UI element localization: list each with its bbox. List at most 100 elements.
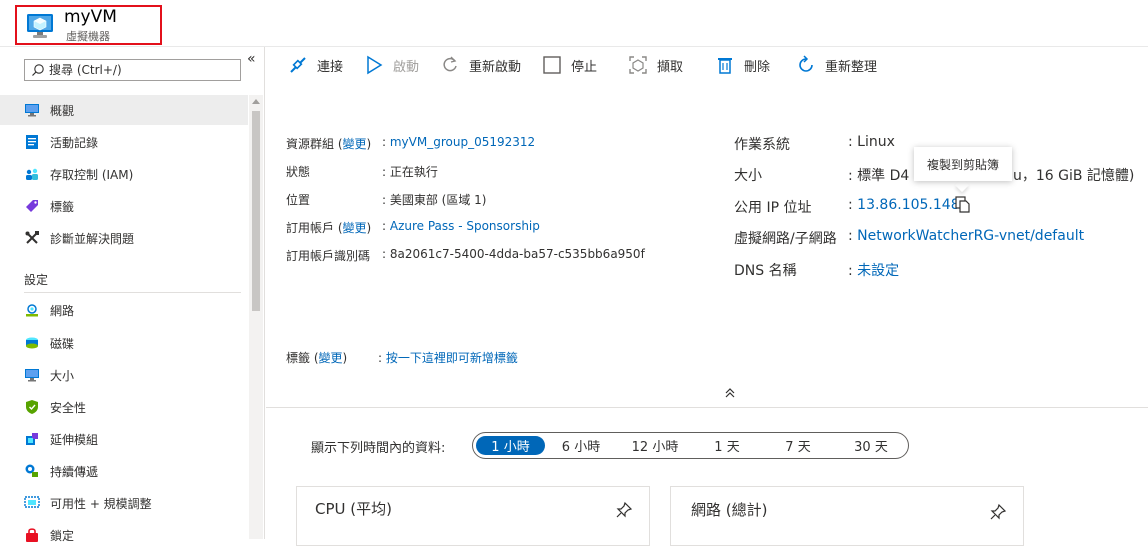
sidebar-item-security[interactable]: 安全性 [0, 392, 248, 422]
sidebar-item-availability-scaling[interactable]: 可用性 + 規模調整 [0, 488, 248, 518]
divider [24, 292, 241, 293]
shield-icon [26, 400, 38, 414]
time-option-6h[interactable]: 6 小時 [549, 436, 613, 455]
sidebar-item-label: 大小 [50, 368, 75, 383]
sidebar-item-label: 持續傳遞 [50, 464, 99, 479]
sidebar-item-label: 磁碟 [50, 336, 75, 351]
location-label: 位置 [286, 193, 311, 207]
monitor-icon [25, 104, 39, 117]
collapse-menu-button[interactable]: « [247, 51, 256, 67]
sidebar-item-size[interactable]: 大小 [0, 360, 248, 390]
copy-icon[interactable] [955, 196, 971, 213]
dns-value: : 未設定 [848, 263, 900, 279]
subscription-label: 訂用帳戶 (變更) [286, 221, 372, 235]
resource-group-label: 資源群組 (變更) [286, 137, 372, 151]
subscription-link[interactable]: Azure Pass - Sponsorship [390, 219, 540, 233]
cpu-chart-tile[interactable]: CPU (平均) [296, 486, 650, 546]
sidebar-item-label: 概觀 [50, 103, 75, 118]
delete-label: 刪除 [744, 59, 771, 75]
resource-group-link[interactable]: myVM_group_05192312 [390, 135, 535, 149]
search-icon [32, 64, 44, 76]
scrollbar-thumb[interactable] [252, 111, 260, 311]
virtual-machine-icon [27, 14, 53, 38]
vnet-link[interactable]: NetworkWatcherRG-vnet/default [857, 228, 1084, 244]
sidebar-item-label: 可用性 + 規模調整 [50, 496, 152, 511]
people-icon [26, 168, 38, 180]
sidebar-item-continuous-delivery[interactable]: 持續傳遞 [0, 456, 248, 486]
sidebar-item-activity-log[interactable]: 活動記錄 [0, 127, 248, 157]
change-resource-group-link[interactable]: 變更 [343, 137, 367, 151]
sidebar-item-diagnose[interactable]: 診斷並解決問題 [0, 223, 248, 253]
sidebar-item-disks[interactable]: 磁碟 [0, 328, 248, 358]
restart-button[interactable]: 重新啟動 [440, 53, 521, 77]
title-bar: myVM 虛擬機器 [0, 0, 1148, 47]
start-label: 啟動 [393, 59, 420, 75]
sidebar-item-label: 鎖定 [50, 528, 75, 543]
network-icon [26, 304, 38, 317]
sidebar-item-label: 存取控制 (IAM) [50, 167, 134, 182]
restart-label: 重新啟動 [469, 59, 522, 75]
sidebar-item-tags[interactable]: 標籤 [0, 191, 248, 221]
dns-configure-link[interactable]: 未設定 [857, 263, 899, 279]
time-option-7d[interactable]: 7 天 [772, 436, 824, 455]
collapse-essentials-chevron-icon[interactable] [724, 387, 736, 402]
change-subscription-link[interactable]: 變更 [343, 221, 367, 235]
subscription-value: : Azure Pass - Sponsorship [382, 219, 540, 233]
capture-button[interactable]: 擷取 [628, 53, 683, 77]
time-range-label: 顯示下列時間內的資料: [311, 441, 446, 456]
status-label: 狀態 [286, 165, 311, 179]
pin-icon[interactable] [615, 501, 633, 519]
pin-icon[interactable] [989, 503, 1007, 521]
connect-button[interactable]: 連接 [288, 53, 343, 77]
refresh-button[interactable]: 重新整理 [796, 53, 877, 77]
capture-label: 擷取 [657, 59, 684, 75]
stop-button[interactable]: 停止 [542, 53, 597, 77]
sidebar-item-label: 安全性 [50, 400, 87, 415]
search-input[interactable] [49, 62, 237, 78]
sidebar-item-iam[interactable]: 存取控制 (IAM) [0, 159, 248, 189]
vnet-value: : NetworkWatcherRG-vnet/default [848, 228, 1085, 244]
stop-icon [543, 56, 561, 74]
sidebar-item-label: 活動記錄 [50, 135, 99, 150]
time-option-1h[interactable]: 1 小時 [476, 436, 545, 455]
command-toolbar: 連接 啟動 重新啟動 停止 擷取 刪除 重新整理 [266, 47, 1148, 83]
sidebar-item-label: 網路 [50, 303, 75, 318]
start-button[interactable]: 啟動 [364, 53, 419, 77]
stop-label: 停止 [571, 59, 598, 75]
time-option-30d[interactable]: 30 天 [841, 436, 901, 455]
public-ip-link[interactable]: 13.86.105.148 [857, 197, 959, 213]
disk-icon [26, 337, 38, 349]
time-option-1d[interactable]: 1 天 [701, 436, 753, 455]
refresh-icon [799, 55, 813, 72]
restart-icon [443, 56, 457, 72]
extensions-icon [26, 433, 38, 445]
time-option-12h[interactable]: 12 小時 [619, 436, 691, 455]
change-tags-link[interactable]: 變更 [319, 351, 343, 365]
subscription-id-value: : 8a2061c7-5400-4dda-ba57-c535bb6a950f [382, 247, 645, 261]
add-tags-link[interactable]: 按一下這裡即可新增標籤 [386, 351, 518, 365]
time-range-selector: 1 小時 6 小時 12 小時 1 天 7 天 30 天 [472, 432, 909, 459]
sidebar-item-extensions[interactable]: 延伸模組 [0, 424, 248, 454]
copy-tooltip: 複製到剪貼簿 [914, 147, 1012, 181]
sidebar-item-locks[interactable]: 鎖定 [0, 520, 248, 550]
delivery-icon [25, 464, 38, 477]
menu-search-box[interactable] [24, 59, 241, 81]
scroll-up-arrow-icon[interactable] [252, 99, 260, 104]
section-header-settings: 設定 [24, 273, 49, 287]
sidebar-scrollbar[interactable] [249, 95, 263, 539]
size-value: : 標準 D4 [848, 168, 910, 184]
refresh-label: 重新整理 [825, 59, 878, 75]
sidebar-item-networking[interactable]: 網路 [0, 295, 248, 325]
tags-value: : 按一下這裡即可新增標籤 [378, 351, 518, 365]
network-chart-tile[interactable]: 網路 (總計) [670, 486, 1024, 546]
public-ip-value: : 13.86.105.148 [848, 197, 960, 213]
tags-label: 標籤 (變更) [286, 351, 348, 365]
subscription-id-label: 訂用帳戶識別碼 [286, 249, 371, 263]
dns-label: DNS 名稱 [734, 263, 797, 279]
size-icon [25, 369, 39, 382]
network-tile-title: 網路 (總計) [691, 501, 768, 519]
delete-button[interactable]: 刪除 [715, 53, 770, 77]
resource-menu-sidebar: « 概觀 活動記錄 存取控制 (IAM) 標籤 診斷並解決問題 設 [0, 47, 265, 543]
sidebar-item-overview[interactable]: 概觀 [0, 95, 248, 125]
os-label: 作業系統 [734, 137, 790, 153]
